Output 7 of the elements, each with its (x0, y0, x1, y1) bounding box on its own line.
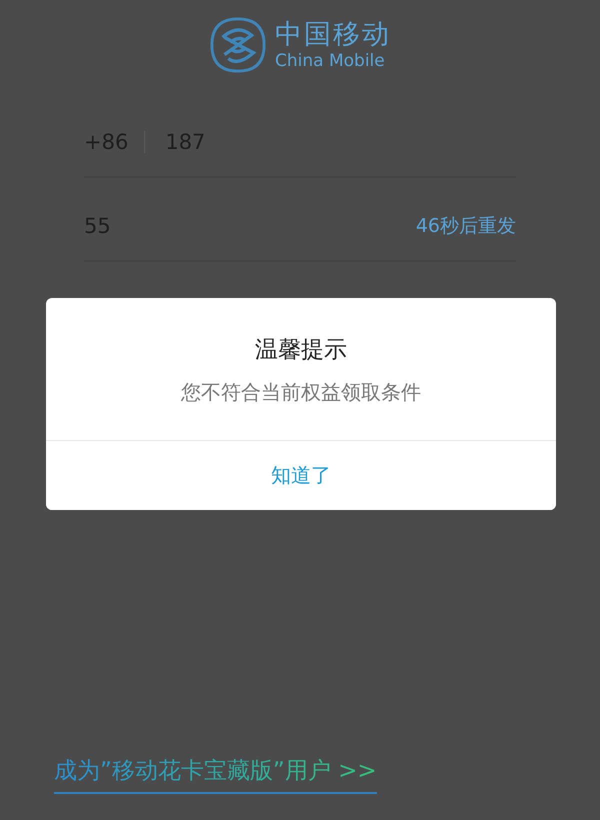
dialog-message: 您不符合当前权益领取条件 (180, 379, 422, 406)
ok-button[interactable]: 知道了 (46, 440, 556, 510)
resend-countdown[interactable]: 46秒后重发 (416, 213, 516, 239)
logo-icon (209, 16, 267, 74)
logo-name: 中国移动 (275, 19, 391, 51)
dialog-title: 温馨提示 (254, 336, 348, 365)
logo-subtitle: China Mobile (275, 51, 386, 71)
